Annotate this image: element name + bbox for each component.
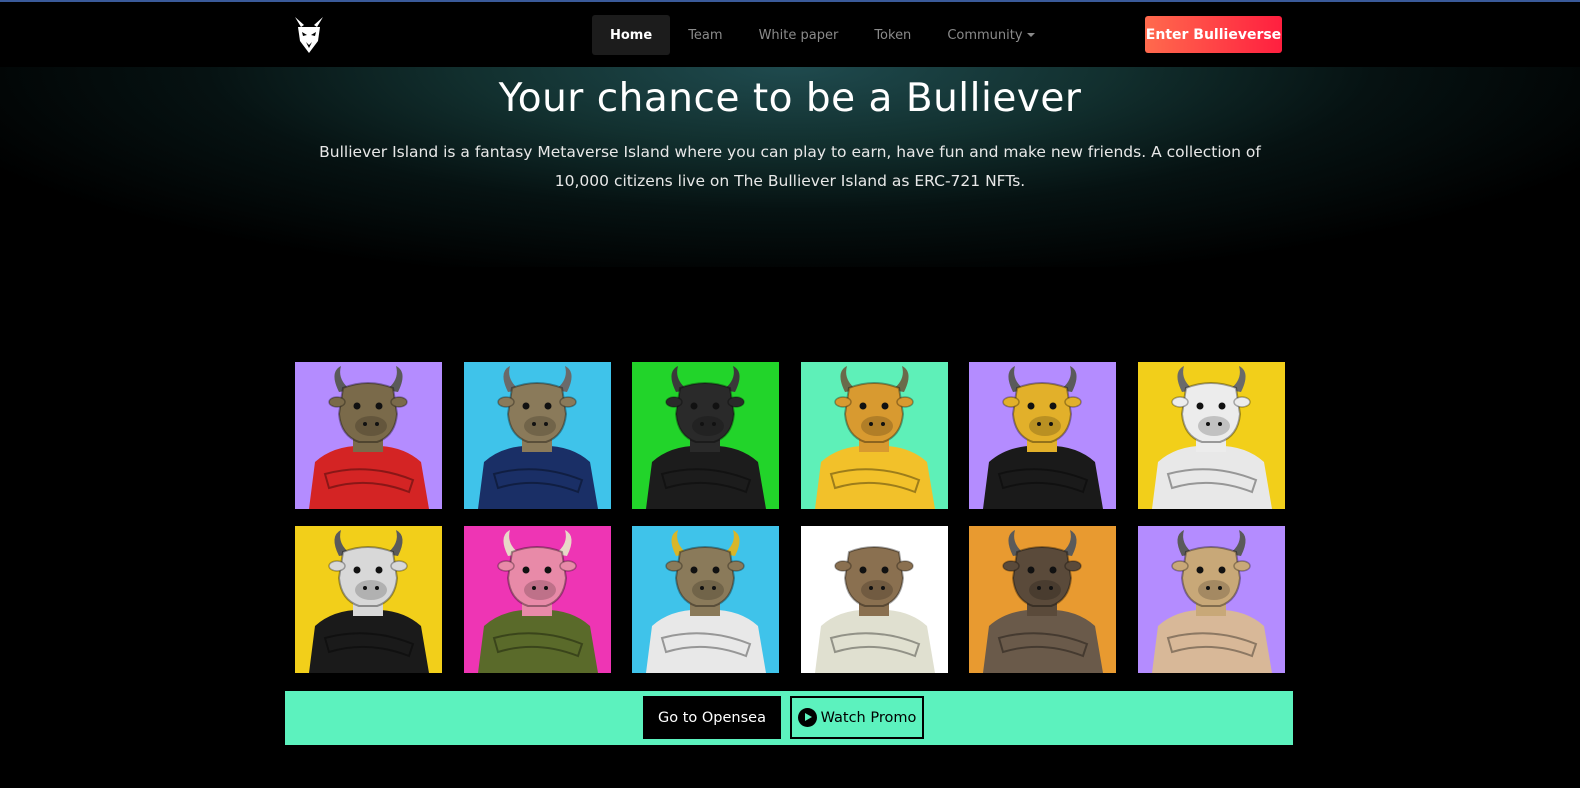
nav-home[interactable]: Home: [592, 15, 671, 55]
navbar: Home Team White paper Token Community En…: [0, 2, 1580, 67]
nft-card[interactable]: [800, 526, 948, 673]
nft-card[interactable]: [295, 362, 442, 509]
bull-logo-icon[interactable]: [292, 15, 326, 55]
nav-token-label: Token: [874, 27, 912, 43]
hero-title: Your chance to be a Bulliever: [498, 76, 1082, 121]
nft-card[interactable]: [463, 526, 611, 673]
bull-character-image: [814, 366, 935, 509]
bull-character-image: [646, 530, 766, 673]
nft-card[interactable]: [463, 362, 611, 509]
bull-character-image: [477, 366, 598, 509]
nft-card[interactable]: [632, 362, 779, 509]
bull-character-image: [477, 530, 598, 673]
bull-character-image: [983, 530, 1103, 673]
nft-card[interactable]: [295, 526, 442, 673]
caret-down-icon: [1026, 33, 1035, 37]
bull-character-image: [309, 366, 429, 509]
action-bar: [285, 691, 1293, 745]
nft-card[interactable]: [969, 526, 1116, 673]
nav-menu: Home Team White paper Token Community: [592, 15, 1053, 55]
nav-team[interactable]: Team: [670, 15, 740, 55]
nav-community-label: Community: [947, 27, 1023, 43]
play-icon: [797, 708, 817, 727]
nav-token[interactable]: Token: [856, 15, 929, 55]
hero-description: Bulliever Island is a fantasy Metaverse …: [319, 143, 1261, 190]
nav-home-label: Home: [610, 27, 653, 43]
nav-white-paper[interactable]: White paper: [741, 15, 857, 55]
nft-card[interactable]: [800, 362, 948, 509]
nav-community-dropdown[interactable]: Community: [929, 15, 1052, 55]
bull-character-image: [983, 366, 1103, 509]
watch-promo-button[interactable]: Watch Promo: [790, 696, 924, 739]
nft-card[interactable]: [1137, 362, 1285, 509]
nav-team-label: Team: [688, 27, 723, 43]
nft-card[interactable]: [969, 362, 1116, 509]
bull-character-image: [646, 366, 766, 509]
nft-card[interactable]: [632, 526, 779, 673]
bull-character-image: [814, 530, 935, 673]
go-to-opensea-button[interactable]: Go to Opensea: [643, 696, 781, 739]
bull-character-image: [1151, 530, 1272, 673]
enter-bullieverse-button[interactable]: Enter Bullieverse: [1145, 16, 1282, 53]
nft-card[interactable]: [1137, 526, 1285, 673]
bull-character-image: [1151, 366, 1272, 509]
bull-character-image: [309, 530, 429, 673]
nav-white-paper-label: White paper: [758, 27, 839, 43]
watch-promo-label: Watch Promo: [820, 709, 917, 726]
